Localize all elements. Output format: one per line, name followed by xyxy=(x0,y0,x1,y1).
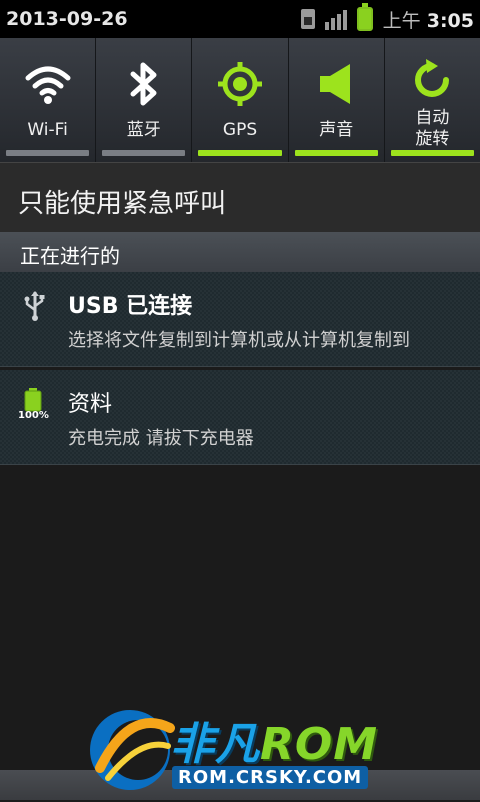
usb-icon xyxy=(20,290,50,322)
watermark: 非凡ROM ROM.CRSKY.COM xyxy=(80,698,410,798)
toggle-sound-indicator xyxy=(294,150,378,156)
gps-icon xyxy=(210,52,270,116)
toggle-gps-label: GPS xyxy=(222,120,258,140)
watermark-brand: 非凡ROM xyxy=(170,708,378,772)
toggle-wifi-label: Wi-Fi xyxy=(27,120,68,140)
status-date: 2013-09-26 xyxy=(6,8,128,30)
battery-icon xyxy=(356,3,373,31)
sim-icon xyxy=(300,9,315,29)
toggle-autorotate-label-line2: 旋转 xyxy=(415,129,450,149)
notification-usb-title: USB 已连接 xyxy=(68,288,192,320)
ongoing-section-header: 正在进行的 xyxy=(0,232,480,272)
toggle-sound[interactable]: 声音 xyxy=(289,38,385,162)
ongoing-section-title: 正在进行的 xyxy=(20,244,120,268)
notification-battery[interactable]: 100% 资料 充电完成 请拔下充电器 xyxy=(0,370,480,465)
speaker-icon xyxy=(306,52,366,116)
notification-battery-text: 充电完成 请拔下充电器 xyxy=(68,428,254,449)
status-bar: 2013-09-26 上午 3:05 xyxy=(0,0,480,38)
toggle-gps-indicator xyxy=(198,150,282,156)
toggle-sound-label: 声音 xyxy=(319,120,354,140)
watermark-url: ROM.CRSKY.COM xyxy=(172,766,369,789)
battery-full-icon: 100% xyxy=(18,388,50,421)
toggle-bluetooth-label: 蓝牙 xyxy=(126,120,161,140)
signal-icon xyxy=(324,8,347,30)
wifi-icon xyxy=(18,52,78,116)
notification-battery-title: 资料 xyxy=(68,392,113,417)
notification-usb[interactable]: USB 已连接 选择将文件复制到计算机或从计算机复制到 xyxy=(0,272,480,367)
bluetooth-icon xyxy=(114,52,174,116)
toggle-bluetooth-indicator xyxy=(102,150,186,156)
emergency-call-text: 只能使用紧急呼叫 xyxy=(18,189,227,219)
toggle-wifi[interactable]: Wi-Fi xyxy=(0,38,97,162)
watermark-logo-icon xyxy=(80,698,180,798)
toggle-autorotate-label: 自动 旋转 xyxy=(385,108,480,150)
quick-settings-toggles: Wi-Fi 蓝牙 GPS 声音 自动 旋转 xyxy=(0,38,480,162)
status-time: 上午 3:05 xyxy=(383,6,474,33)
toggle-autorotate-indicator xyxy=(390,150,475,156)
toggle-bluetooth[interactable]: 蓝牙 xyxy=(96,38,193,162)
notification-usb-title-text: USB 已连接 xyxy=(68,294,193,319)
emergency-call-banner: 只能使用紧急呼叫 xyxy=(0,162,480,233)
watermark-brand-en: ROM xyxy=(260,719,379,770)
toggle-gps[interactable]: GPS xyxy=(192,38,289,162)
watermark-brand-cn: 非凡 xyxy=(170,719,260,770)
toggle-wifi-indicator xyxy=(6,150,90,156)
time-prefix: 上午 xyxy=(382,9,421,32)
notification-usb-text: 选择将文件复制到计算机或从计算机复制到 xyxy=(68,330,410,351)
time-value: 3:05 xyxy=(426,9,474,32)
toggle-autorotate-label-line1: 自动 xyxy=(415,108,450,128)
toggle-autorotate[interactable]: 自动 旋转 xyxy=(385,38,480,162)
status-icons: 上午 3:05 xyxy=(300,3,474,33)
rotate-icon xyxy=(402,48,462,112)
battery-percent-label: 100% xyxy=(18,410,49,421)
